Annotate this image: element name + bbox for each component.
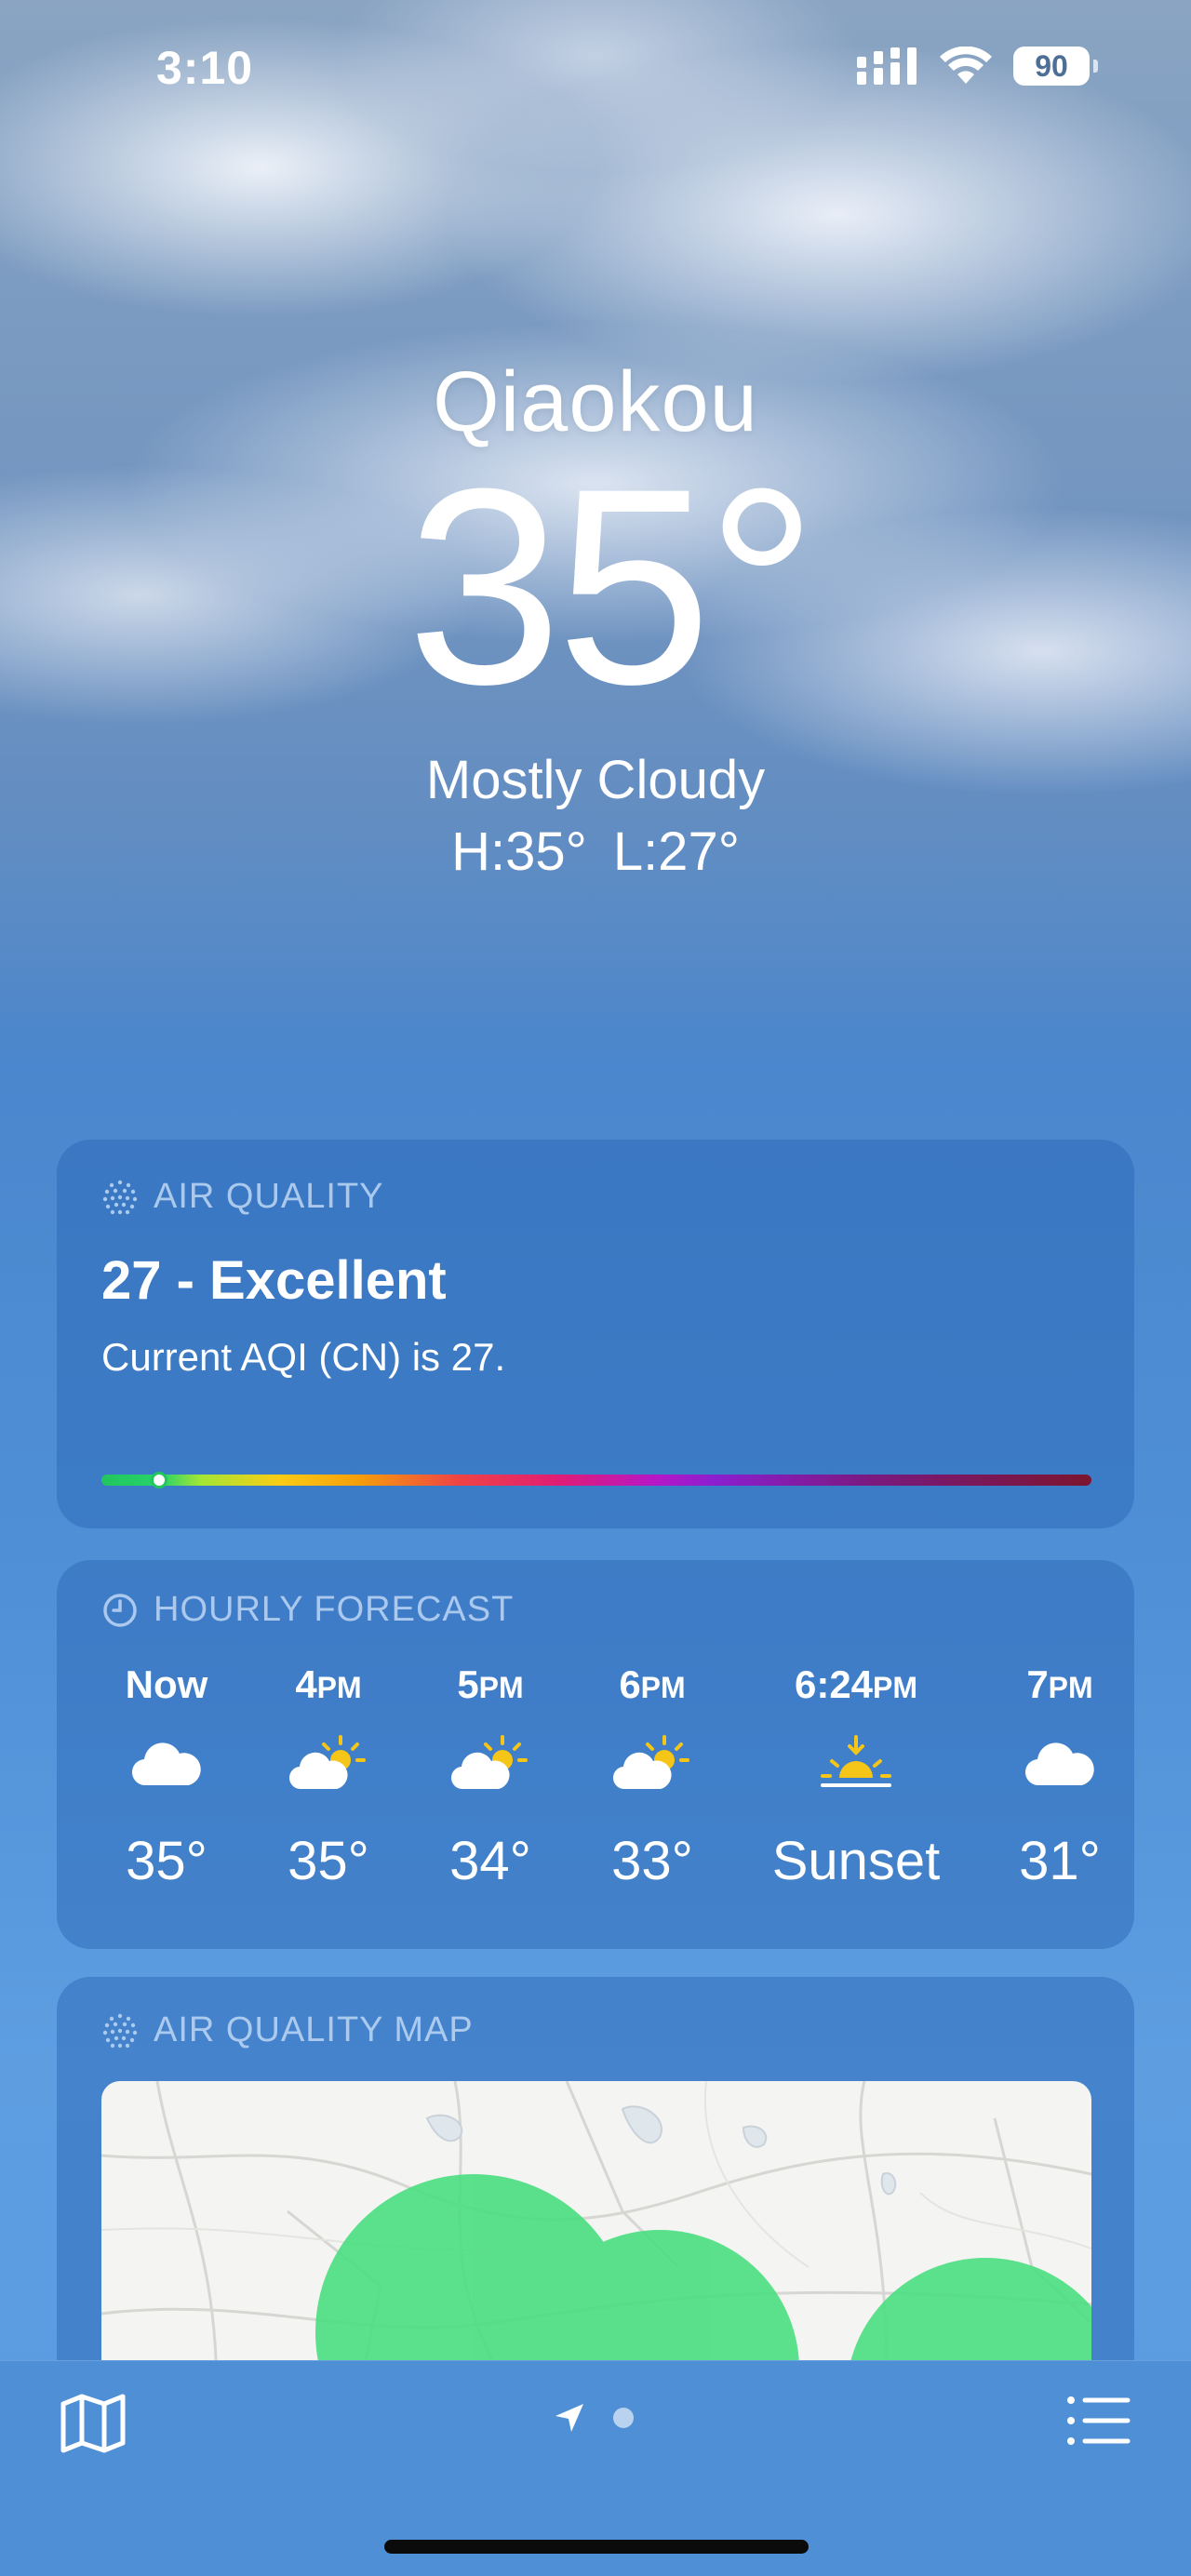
hour-item-4pm: 4PM 35° xyxy=(263,1662,394,1892)
cloud-icon xyxy=(129,1718,204,1811)
hour-temperature: 34° xyxy=(449,1831,531,1891)
hour-label: 7PM xyxy=(1026,1662,1093,1706)
hour-item-5pm: 5PM 34° xyxy=(425,1662,555,1892)
hour-item-sunset: 6:24PM Sunset xyxy=(749,1662,963,1892)
hour-label: Now xyxy=(125,1662,208,1706)
partly-sunny-icon xyxy=(610,1718,694,1811)
current-weather-header: Qiaokou 35° Mostly Cloudy H:35° L:27° xyxy=(0,354,1191,883)
battery-tip xyxy=(1093,60,1098,73)
hour-label: 6PM xyxy=(619,1662,686,1706)
aqi-scale-bar xyxy=(101,1472,1091,1488)
battery-indicator: 90 xyxy=(1013,47,1090,86)
partly-sunny-icon xyxy=(287,1718,370,1811)
locations-list-button[interactable] xyxy=(1066,2395,1131,2451)
hour-temperature: 31° xyxy=(1019,1831,1101,1891)
hourly-forecast-title: HOURLY FORECAST xyxy=(154,1590,515,1629)
hour-item-7pm: 7PM 31° xyxy=(995,1662,1125,1892)
current-location-icon xyxy=(555,2404,583,2432)
map-icon xyxy=(60,2394,126,2453)
current-temperature: 35° xyxy=(407,430,818,742)
air-quality-icon xyxy=(102,1180,138,1214)
hour-label: 6:24PM xyxy=(794,1662,918,1706)
hour-temperature: Sunset xyxy=(771,1831,941,1891)
aqi-indicator xyxy=(150,1472,167,1488)
air-quality-card[interactable]: AIR QUALITY 27 - Excellent Current AQI (… xyxy=(57,1140,1134,1528)
status-time: 3:10 xyxy=(156,42,254,94)
aqi-description: Current AQI (CN) is 27. xyxy=(101,1335,506,1379)
hour-label: 4PM xyxy=(295,1662,362,1706)
clock-icon xyxy=(103,1593,137,1627)
hourly-list[interactable]: Now 35° 4PM 35° 5PM 34° 6PM 33° 6:24PM S… xyxy=(101,1662,1125,1892)
hour-temperature: 33° xyxy=(611,1831,693,1891)
hour-item-6pm: 6PM 33° xyxy=(587,1662,717,1892)
air-quality-title: AIR QUALITY xyxy=(154,1177,384,1216)
air-quality-icon xyxy=(102,2013,138,2048)
air-quality-card-header: AIR QUALITY xyxy=(101,1177,384,1217)
weather-condition: Mostly Cloudy xyxy=(425,750,766,810)
air-quality-map-header: AIR QUALITY MAP xyxy=(101,2010,474,2050)
partly-sunny-icon xyxy=(448,1718,532,1811)
hour-temperature: 35° xyxy=(288,1831,369,1891)
aqi-value: 27 - Excellent xyxy=(101,1250,447,1311)
hour-temperature: 35° xyxy=(126,1831,207,1891)
hour-label: 5PM xyxy=(457,1662,524,1706)
location-pager[interactable] xyxy=(554,2402,634,2434)
hour-item-now: Now 35° xyxy=(101,1662,232,1892)
air-quality-map-title: AIR QUALITY MAP xyxy=(154,2010,474,2049)
home-indicator xyxy=(384,2540,809,2554)
status-icons: 90 xyxy=(857,47,1098,86)
wifi-icon xyxy=(940,47,992,84)
map-button[interactable] xyxy=(60,2393,127,2459)
high-low: H:35° L:27° xyxy=(0,821,1191,883)
sunset-icon xyxy=(819,1718,893,1811)
low-temperature: L:27° xyxy=(612,821,740,882)
list-icon xyxy=(1067,2396,1131,2445)
cloud-icon xyxy=(1023,1718,1097,1811)
hourly-forecast-card[interactable]: HOURLY FORECAST Now 35° 4PM 35° 5PM 34° … xyxy=(57,1560,1134,1949)
cellular-signal-icon xyxy=(857,47,917,85)
page-dot[interactable] xyxy=(613,2408,634,2428)
hourly-forecast-header: HOURLY FORECAST xyxy=(101,1590,514,1630)
high-temperature: H:35° xyxy=(451,821,587,882)
